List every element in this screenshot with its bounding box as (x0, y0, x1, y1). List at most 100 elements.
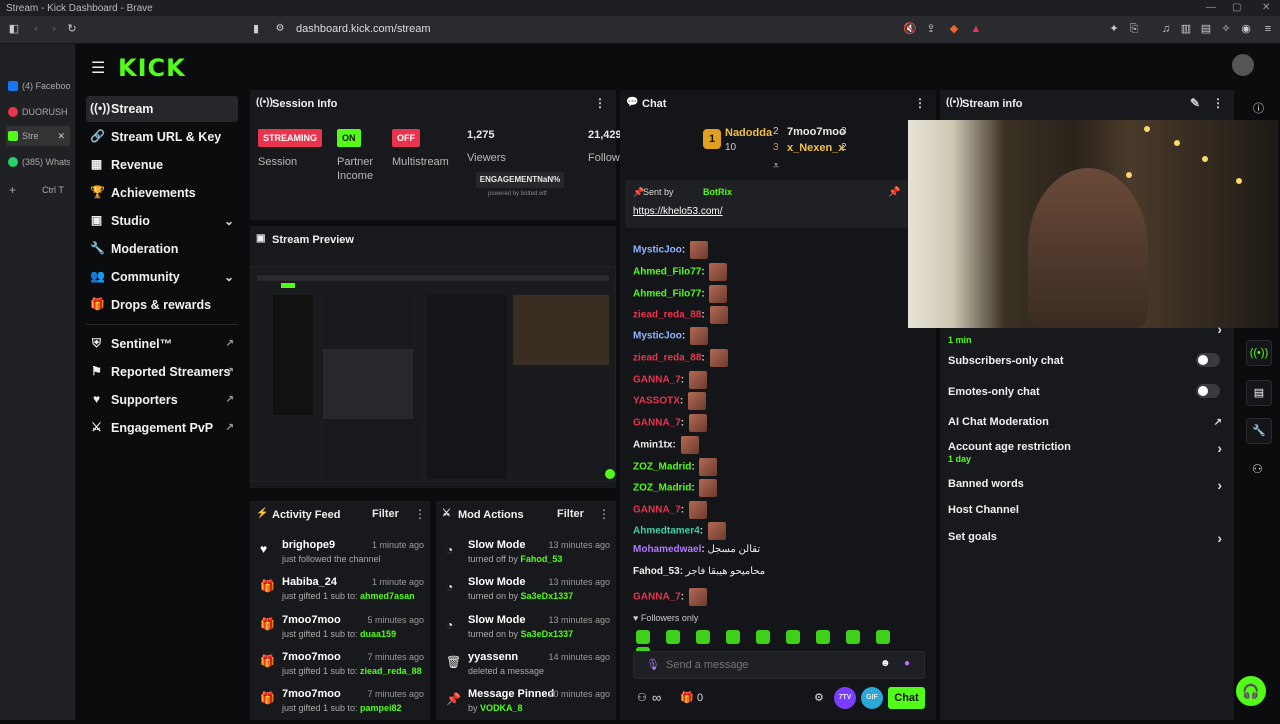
edit-icon[interactable]: ✎ (1190, 96, 1200, 110)
chat-username[interactable]: Mohamedwael (633, 544, 701, 555)
chat-username[interactable]: MysticJoo (633, 331, 682, 342)
close-window-icon[interactable]: ✕ (1262, 2, 1270, 13)
sidebar-toggle-icon[interactable]: ◧ (8, 23, 20, 35)
people-icon[interactable]: ⚇ (637, 691, 647, 704)
rail-layout-button[interactable]: ▤ (1246, 380, 1272, 406)
vpn-icon[interactable]: ◉ (1240, 23, 1252, 35)
minimize-icon[interactable]: — (1206, 2, 1216, 13)
screenshot-icon[interactable]: ⎘ (1128, 23, 1140, 35)
subscribers-only-toggle[interactable] (1196, 353, 1220, 367)
chat-username[interactable]: GANNA_7 (633, 418, 681, 429)
chat-username[interactable]: GANNA_7 (633, 375, 681, 386)
chat-username[interactable]: ziead_reda_88 (633, 310, 701, 321)
gifter-name[interactable]: x_Nexen_x (787, 142, 845, 154)
wallet-icon[interactable]: ▤ (1200, 23, 1212, 35)
more-options-icon[interactable]: ⋮ (598, 507, 610, 521)
tab-facebook[interactable]: (4) Faceboo (6, 76, 70, 96)
send-chat-button[interactable]: Chat (888, 687, 925, 709)
microphone-icon[interactable]: 🎙 (646, 658, 660, 671)
emote-bar[interactable] (636, 630, 926, 661)
chat-username[interactable]: ZOZ_Madrid (633, 483, 691, 494)
more-options-icon[interactable]: ⋮ (914, 96, 926, 110)
powered-by[interactable]: powered by botted.wtf (488, 191, 547, 197)
maximize-icon[interactable]: ▢ (1232, 2, 1241, 13)
nav-revenue[interactable]: ▦ Revenue (86, 152, 238, 178)
chat-username[interactable]: YASSOTX (633, 396, 680, 407)
chat-settings-icon[interactable]: ⚙ (814, 691, 824, 704)
rail-broadcast-button[interactable]: ((•)) (1246, 340, 1272, 366)
nav-studio[interactable]: ▣ Studio ⌄ (86, 208, 238, 234)
chat-username[interactable]: ziead_reda_88 (633, 353, 701, 364)
info-icon[interactable]: ⓘ (1253, 100, 1264, 116)
avatar[interactable] (1232, 54, 1254, 76)
forward-icon[interactable]: › (48, 23, 60, 35)
setting-host-channel[interactable]: Host Channel (948, 504, 1228, 526)
emotes-only-toggle[interactable] (1196, 384, 1220, 398)
setting-ai-chat-moderation[interactable]: AI Chat Moderation ↗ (948, 416, 1228, 438)
multistream-off-toggle[interactable]: OFF (392, 129, 420, 147)
new-tab[interactable]: + Ctrl T (6, 180, 70, 200)
setting-account-age-restriction[interactable]: Account age restriction 1 day › (948, 440, 1228, 464)
gift-icon[interactable]: 🎁 (680, 691, 694, 704)
support-headset-icon[interactable]: 🎧 (1236, 676, 1266, 706)
setting-banned-words[interactable]: Banned words › (948, 477, 1228, 500)
tab-stream[interactable]: Stre ✕ (6, 126, 70, 146)
nav-stream[interactable]: ((•)) Stream (86, 96, 238, 122)
more-options-icon[interactable]: ⋮ (594, 96, 606, 110)
nav-engagement-pvp[interactable]: ⚔ Engagement PvP ↗ (86, 415, 238, 441)
leo-ai-icon[interactable]: ✧ (1220, 23, 1232, 35)
tab-whatsapp[interactable]: (385) Whats (6, 152, 70, 172)
pinned-link[interactable]: https://khelo53.com/ (633, 206, 723, 217)
people-icon[interactable]: ⚇ (1252, 462, 1263, 476)
kick-logo[interactable]: KICK (118, 54, 186, 82)
nav-reported-streamers[interactable]: ⚑ Reported Streamers ↗ (86, 359, 238, 385)
chat-username[interactable]: ZOZ_Madrid (633, 462, 691, 473)
chat-message-input[interactable] (666, 657, 876, 673)
chat-username[interactable]: Fahod_53 (633, 566, 680, 577)
nav-sentinel[interactable]: ⛨ Sentinel™ ↗ (86, 331, 238, 357)
more-options-icon[interactable]: ⋮ (414, 507, 426, 521)
chat-username[interactable]: GANNA_7 (633, 592, 681, 603)
nav-drops-rewards[interactable]: 🎁 Drops & rewards (86, 292, 238, 318)
nav-supporters[interactable]: ♥ Supporters ↗ (86, 387, 238, 413)
setting-subscribers-only-chat[interactable]: Subscribers-only chat (948, 353, 1228, 377)
reader-icon[interactable]: ▥ (1180, 23, 1192, 35)
chat-username[interactable]: GANNA_7 (633, 505, 681, 516)
stream-preview-video[interactable] (250, 266, 616, 482)
brave-rewards-icon[interactable]: ▲ (970, 23, 982, 35)
setting-followers-only-chat[interactable]: 1 min › (948, 321, 1228, 345)
chat-username[interactable]: MysticJoo (633, 245, 682, 256)
mute-icon[interactable]: 🔇 (903, 23, 917, 35)
kick-emote-icon[interactable]: ● (904, 658, 910, 669)
menu-icon[interactable]: ≡ (1262, 23, 1274, 35)
bookmark-icon[interactable]: ▮ (250, 23, 262, 35)
7tv-button[interactable]: 7TV (834, 687, 856, 709)
activity-filter-button[interactable]: Filter (372, 508, 399, 520)
close-tab-icon[interactable]: ✕ (57, 126, 65, 146)
chat-username[interactable]: Amin1tx (633, 440, 672, 451)
unpin-icon[interactable]: 📌 (888, 187, 900, 198)
chat-username[interactable]: Ahmed_Filo77 (633, 289, 701, 300)
tab-duorush[interactable]: DUORUSH (6, 102, 70, 122)
gif-button[interactable]: GIF (861, 687, 883, 709)
top-gifter-name[interactable]: Nadodda (725, 127, 772, 139)
gifter-name[interactable]: 7moo7moo (787, 126, 846, 138)
reload-icon[interactable]: ↻ (66, 23, 78, 35)
nav-community[interactable]: 👥 Community ⌄ (86, 264, 238, 290)
music-icon[interactable]: ♫ (1160, 23, 1172, 35)
setting-set-goals[interactable]: Set goals › (948, 530, 1228, 553)
brave-shields-icon[interactable]: ◆ (948, 23, 960, 35)
extensions-icon[interactable]: ✦ (1108, 23, 1120, 35)
setting-emotes-only-chat[interactable]: Emotes-only chat (948, 384, 1228, 408)
site-settings-icon[interactable]: ⚙ (274, 23, 286, 35)
more-options-icon[interactable]: ⋮ (1212, 96, 1224, 110)
share-icon[interactable]: ⇪ (925, 23, 937, 35)
emoji-icon[interactable]: ☻ (880, 658, 891, 669)
chat-username[interactable]: Ahmed_Filo77 (633, 267, 701, 278)
rail-tools-button[interactable]: 🔧 (1246, 418, 1272, 444)
mod-filter-button[interactable]: Filter (557, 508, 584, 520)
nav-stream-url-key[interactable]: 🔗 Stream URL & Key (86, 124, 238, 150)
hamburger-icon[interactable]: ☰ (91, 58, 105, 78)
partner-on-toggle[interactable]: ON (337, 129, 361, 147)
expand-icon[interactable]: ⩡ (773, 160, 779, 173)
